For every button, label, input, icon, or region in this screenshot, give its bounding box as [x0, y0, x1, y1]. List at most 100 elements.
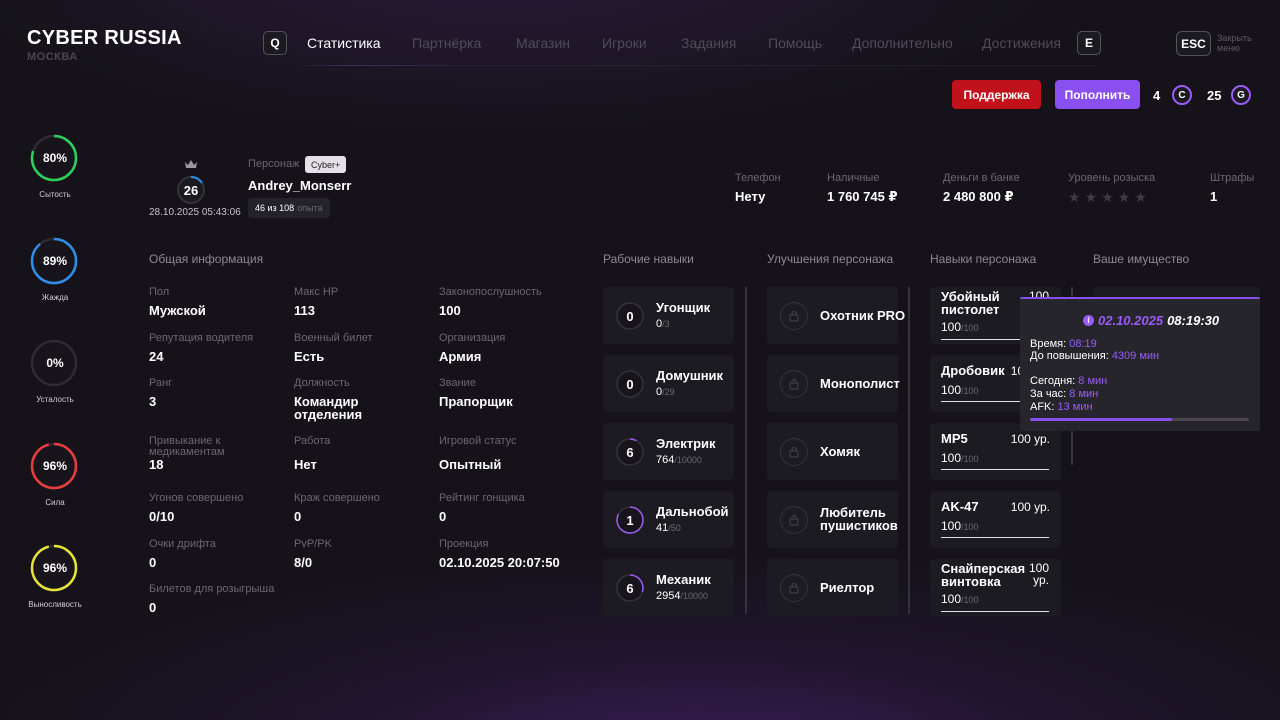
tab-1[interactable]: Партнёрка [412, 35, 481, 51]
upgrades-title: Улучшения персонажа [767, 252, 894, 266]
topup-button[interactable]: Пополнить [1055, 80, 1140, 109]
tooltip-header: i 02.10.2025 08:19:30 [1083, 313, 1219, 328]
upgrade-card[interactable]: Охотник PRO [767, 287, 905, 344]
esc-key[interactable]: ESC [1176, 31, 1211, 56]
weapon-progress-max: /100 [961, 595, 979, 605]
info-icon: i [1083, 315, 1094, 326]
info-value: Командир отделения [294, 394, 363, 422]
upgrade-card[interactable]: Риелтор [767, 559, 898, 616]
info-label: Репутация водителя [149, 332, 254, 344]
general-info-title: Общая информация [149, 252, 264, 266]
upgrade-name: Любитель пушистиков [820, 505, 898, 533]
info-value: Прапорщик [439, 394, 513, 409]
player-level: 26 [183, 182, 199, 198]
skill-progress-current: 2954 [656, 590, 681, 602]
info-label: Краж совершено [294, 492, 380, 504]
gauge-value: 80% [42, 151, 68, 165]
work-skill-card[interactable]: 6 Механик 2954/10000 [603, 559, 734, 616]
tab-5[interactable]: Помощь [768, 35, 822, 51]
info-label: Угонов совершено [149, 492, 244, 504]
tab-6[interactable]: Дополнительно [852, 35, 953, 51]
nav-underline [300, 65, 1100, 66]
skill-level: 6 [626, 444, 634, 460]
weapon-skill-card[interactable]: MP5 100 ур. 100/100 [930, 423, 1061, 480]
cyber-plus-badge: Cyber+ [305, 156, 347, 173]
tooltip-row-afk: AFK: 13 мин [1030, 401, 1093, 413]
tab-4[interactable]: Задания [681, 35, 736, 51]
next-tab-key[interactable]: E [1077, 31, 1101, 55]
work-skills-title: Рабочие навыки [603, 252, 694, 266]
upgrade-card[interactable]: Монополист [767, 355, 900, 412]
tooltip-row-time: Время: 08:19 [1030, 338, 1097, 350]
work-skill-card[interactable]: 1 Дальнобой 41/50 [603, 491, 734, 548]
upgrade-name: Хомяк [820, 444, 860, 459]
upgrade-name: Монополист [820, 376, 900, 391]
star-icon: ★ [1134, 189, 1147, 205]
tab-2[interactable]: Магазин [516, 35, 570, 51]
weapon-progress-current: 100 [941, 592, 962, 606]
gauge-4: 96% Выносливость [28, 544, 82, 609]
skill-level: 6 [626, 580, 634, 596]
fines-label: Штрафы [1210, 172, 1255, 184]
info-label: Проекция [439, 538, 489, 550]
info-value: 0/10 [149, 509, 175, 524]
close-menu-label[interactable]: Закрыть меню [1217, 33, 1257, 53]
support-button[interactable]: Поддержка [952, 80, 1041, 109]
info-label: Очки дрифта [149, 538, 216, 550]
info-value: 0 [149, 600, 157, 615]
work-skill-card[interactable]: 0 Угонщик 0/3 [603, 287, 734, 344]
tab-3[interactable]: Игроки [602, 35, 647, 51]
info-value: 0 [439, 509, 447, 524]
lock-icon [780, 438, 808, 466]
weapon-progress-current: 100 [941, 383, 962, 397]
upgrade-card[interactable]: Любитель пушистиков [767, 491, 898, 548]
activity-tooltip: i 02.10.2025 08:19:30 Время: 08:19 До по… [1020, 297, 1260, 431]
lock-icon [780, 302, 808, 330]
info-label: Пол [149, 286, 170, 298]
info-label: Рейтинг гонщика [439, 492, 525, 504]
tab-7[interactable]: Достижения [982, 35, 1061, 51]
weapon-progress-max: /100 [961, 323, 979, 333]
gauge-label: Сила [45, 498, 65, 507]
lock-icon [780, 506, 808, 534]
prev-tab-key[interactable]: Q [263, 31, 287, 55]
profile-date: 28.10.2025 05:43:06 [149, 207, 241, 218]
weapon-progress: 100/100 [941, 451, 979, 465]
work-skill-card[interactable]: 0 Домушник 0/29 [603, 355, 734, 412]
weapon-progress-current: 100 [941, 451, 962, 465]
tooltip-progress-fill [1030, 418, 1173, 421]
xp-value: 46 из 108 [255, 203, 295, 213]
tab-0[interactable]: Статистика [307, 35, 381, 51]
weapon-skill-card[interactable]: Снайперская винтовка 100 ур. 100/100 [930, 559, 1061, 616]
weapon-level: 100 ур. [1028, 561, 1049, 587]
cash-value: 1 760 745 ₽ [827, 189, 898, 204]
upgrade-card[interactable]: Хомяк [767, 423, 898, 480]
wanted-stars: ★ ★ ★ ★ ★ [1068, 189, 1147, 206]
property-title: Ваше имущество [1093, 252, 1190, 266]
lock-icon [780, 574, 808, 602]
server-city: МОСКВА [27, 51, 78, 63]
skill-name: Дальнобой [656, 504, 729, 519]
info-value: 24 [149, 349, 164, 364]
info-value: 113 [294, 303, 315, 318]
weapon-name: MP5 [941, 431, 968, 446]
weapon-skill-card[interactable]: AK-47 100 ур. 100/100 [930, 491, 1061, 548]
upgrade-name: Охотник PRO [820, 308, 906, 323]
lock-icon [780, 370, 808, 398]
weapon-progress-bar [941, 537, 1049, 538]
skill-progress-max: /3 [662, 319, 670, 329]
star-icon: ★ [1068, 189, 1081, 205]
gauge-1: 89% Жажда [30, 237, 80, 302]
info-label: Звание [439, 377, 476, 389]
info-label: Привыкание к медикаментам [149, 435, 225, 458]
gauge-value: 89% [42, 254, 68, 268]
info-label: PvP/PK [294, 538, 332, 550]
info-value: 0 [149, 555, 157, 570]
gauge-value: 0% [46, 356, 64, 370]
star-icon: ★ [1084, 189, 1098, 205]
tooltip-row-today: Сегодня: 8 мин [1030, 375, 1108, 387]
work-skill-card[interactable]: 6 Электрик 764/10000 [603, 423, 734, 480]
work-divider [745, 287, 747, 614]
gauge-label: Жажда [41, 293, 69, 302]
skill-name: Угонщик [656, 300, 711, 315]
